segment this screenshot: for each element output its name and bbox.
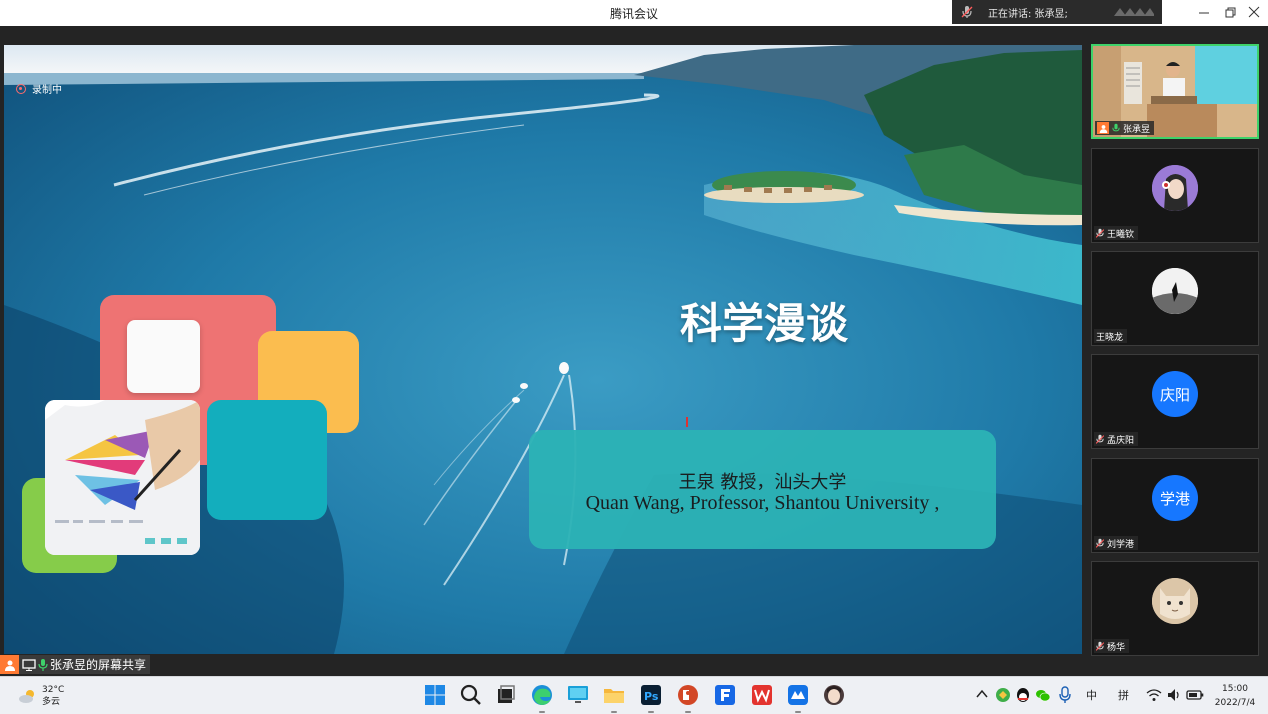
participant-tile[interactable]: 学港 刘学港 <box>1091 458 1259 553</box>
anime-avatar-app-icon[interactable] <box>822 683 846 707</box>
participant-tile[interactable]: 庆阳 孟庆阳 <box>1091 354 1259 449</box>
minimize-button[interactable] <box>1196 4 1212 20</box>
chart-paper-image <box>45 400 200 555</box>
recording-indicator: 录制中 <box>16 81 62 96</box>
shared-screen[interactable]: 录制中 科学漫谈 王泉 教授，汕头大学 Quan Wang, Professor… <box>4 45 1082 654</box>
recording-label: 录制中 <box>32 85 62 96</box>
participant-tile[interactable]: 王晓龙 <box>1091 251 1259 346</box>
wifi-icon[interactable] <box>1146 688 1162 702</box>
clock-time: 15:00 <box>1222 684 1248 694</box>
mic-muted-icon <box>1096 641 1104 651</box>
app-running-indicator <box>685 711 691 713</box>
window-title-bar: 腾讯会议 正在讲话: 张承昱; <box>0 0 1268 26</box>
mic-muted-icon <box>1096 538 1104 548</box>
clock-date: 2022/7/4 <box>1214 698 1256 708</box>
initials-avatar: 庆阳 <box>1152 371 1198 417</box>
photoshop-icon[interactable]: Ps <box>639 683 663 707</box>
speaking-label: 正在讲话: 张承昱; <box>988 8 1068 20</box>
participant-name-tag: 杨华 <box>1094 639 1130 653</box>
participant-tile[interactable]: 张承昱 <box>1091 44 1259 139</box>
battery-icon[interactable] <box>1186 688 1204 702</box>
meeting-area: 录制中 科学漫谈 王泉 教授，汕头大学 Quan Wang, Professor… <box>0 26 1268 676</box>
wechat-icon[interactable] <box>1035 687 1051 703</box>
speaking-indicator: 正在讲话: 张承昱; <box>952 0 1162 24</box>
powerpoint-icon[interactable] <box>676 683 700 707</box>
slide-title: 科学漫谈 <box>679 299 848 348</box>
foxit-f-icon[interactable] <box>713 683 737 707</box>
app-running-indicator <box>611 711 617 713</box>
participant-name-tag: 孟庆阳 <box>1094 432 1139 446</box>
mic-muted-icon <box>1096 228 1104 238</box>
avatar <box>1152 578 1198 624</box>
presenter-name-cn: 王泉 教授，汕头大学 <box>678 472 847 493</box>
participant-name-tag: 王晓龙 <box>1094 329 1128 343</box>
avatar <box>1152 165 1198 211</box>
app-running-indicator <box>795 711 801 713</box>
speaker-wave-icon <box>1114 8 1154 16</box>
close-button[interactable] <box>1246 4 1262 20</box>
ime-mode-indicator[interactable]: 拼 <box>1118 687 1129 703</box>
microphone-icon[interactable] <box>1058 686 1072 704</box>
chevron-up-icon[interactable] <box>975 687 989 701</box>
system-clock[interactable]: 15:00 2022/7/4 <box>1210 682 1260 710</box>
decor-white-square <box>127 320 200 393</box>
minimize-icon <box>1199 12 1209 14</box>
edge-browser-icon[interactable] <box>530 683 554 707</box>
mic-on-icon <box>1112 123 1120 131</box>
windows-start-icon[interactable] <box>423 683 447 707</box>
mic-muted-icon <box>1096 434 1104 444</box>
participant-tile[interactable]: 杨华 <box>1091 561 1259 656</box>
participant-name-tag: 王曦钦 <box>1094 226 1139 240</box>
avatar <box>1152 268 1198 314</box>
svg-text:Ps: Ps <box>644 690 659 703</box>
weather-desc: 多云 <box>42 697 61 707</box>
maximize-button[interactable] <box>1222 4 1238 20</box>
participant-panel: 张承昱 王曦钦 王晓龙 庆阳 孟庆阳 学港 刘学港 杨华 <box>1088 26 1262 676</box>
maximize-icon <box>1225 7 1236 18</box>
participant-name: 王曦钦 <box>1107 229 1135 240</box>
windows-taskbar: 32°C 多云 Ps 中 拼 15:00 2022/7/4 <box>0 676 1268 714</box>
weather-temp: 32°C <box>42 685 65 695</box>
presenter-name-en: Quan Wang, Professor, Shantou University… <box>585 492 940 514</box>
weather-widget[interactable]: 32°C 多云 <box>18 684 64 708</box>
partly-cloudy-icon <box>19 690 34 703</box>
mic-muted-icon <box>961 6 973 18</box>
presenter-box: 王泉 教授，汕头大学 Quan Wang, Professor, Shantou… <box>529 430 996 549</box>
participant-name: 刘学港 <box>1107 539 1135 550</box>
tencent-meeting-icon[interactable] <box>786 683 810 707</box>
speaker-volume-icon[interactable] <box>1166 688 1182 702</box>
host-person-icon <box>0 655 19 674</box>
search-icon[interactable] <box>459 683 483 707</box>
participant-name: 张承昱 <box>1123 124 1151 135</box>
monitor-icon[interactable] <box>566 683 590 707</box>
screen-share-icon <box>22 658 36 671</box>
qq-penguin-icon[interactable] <box>1015 687 1031 703</box>
participant-name-tag: 刘学港 <box>1094 536 1139 550</box>
participant-name-tag: 张承昱 <box>1095 121 1155 135</box>
participant-name: 孟庆阳 <box>1107 435 1135 446</box>
wps-office-icon[interactable] <box>750 683 774 707</box>
app-running-indicator <box>648 711 654 713</box>
screen-share-text: 张承昱的屏幕共享 <box>50 658 147 672</box>
app-running-indicator <box>539 711 545 713</box>
participant-tile[interactable]: 王曦钦 <box>1091 148 1259 243</box>
participant-name: 王晓龙 <box>1096 332 1124 343</box>
chart-paper-photo <box>45 400 200 555</box>
initials-avatar: 学港 <box>1152 475 1198 521</box>
host-person-icon <box>1097 122 1109 134</box>
recording-dot-icon <box>16 83 26 94</box>
participant-name: 杨华 <box>1107 642 1126 653</box>
mic-on-icon <box>38 658 48 671</box>
decor-teal-square <box>207 400 327 520</box>
ime-language-indicator[interactable]: 中 <box>1086 687 1097 703</box>
close-icon <box>1248 6 1260 18</box>
file-explorer-icon[interactable] <box>602 683 626 707</box>
task-view-icon[interactable] <box>494 683 518 707</box>
app-tray-icon[interactable] <box>995 687 1011 703</box>
screen-share-label: 张承昱的屏幕共享 <box>0 655 151 674</box>
